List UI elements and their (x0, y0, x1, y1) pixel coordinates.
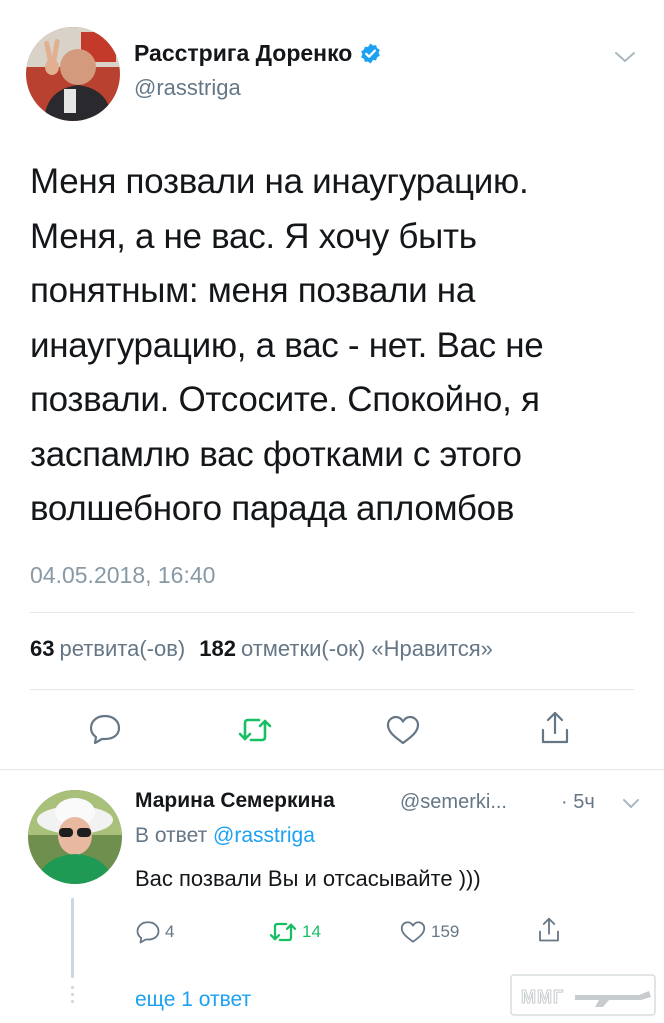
likes-label[interactable]: отметки(-ок) «Нравится» (241, 636, 493, 662)
chevron-down-icon[interactable] (614, 50, 636, 64)
like-count: 159 (431, 922, 460, 941)
chevron-down-icon[interactable] (622, 798, 640, 810)
watermark-text: ММГ (520, 987, 565, 1008)
tweet-text-line: позвали. Отсосите. Спокойно, я (30, 380, 540, 419)
reply-icon (89, 714, 121, 745)
like-icon (400, 921, 426, 943)
tweet-text: Меня позвали на инаугурацию. Меня, а не … (30, 155, 650, 537)
like-button[interactable] (385, 714, 421, 746)
thread-dots (71, 986, 74, 1007)
reply-icon (136, 921, 160, 944)
reply-author-avatar[interactable] (28, 790, 122, 884)
reply-like-button[interactable]: 159 (399, 920, 459, 944)
retweets-label[interactable]: ретвита(-ов) (59, 636, 185, 662)
reply-reply-button[interactable]: 4 (135, 920, 174, 944)
reply-button[interactable] (88, 713, 122, 745)
tweet-stats: 63 ретвита(-ов) 182 отметки(-ок) «Нравит… (30, 636, 493, 662)
tweet-text-line: Меня позвали на инаугурацию. (30, 162, 529, 201)
thread-line (71, 898, 74, 978)
reply-text: Вас позвали Вы и отсасывайте ))) (135, 866, 481, 891)
retweet-icon (269, 922, 297, 942)
author-name[interactable]: Расстрига Доренко (134, 40, 382, 67)
reply-to-prefix: В ответ (135, 824, 208, 847)
tweet-text-line: волшебного парада апломбов (30, 489, 515, 528)
share-icon (541, 711, 569, 744)
share-button[interactable] (539, 710, 571, 746)
retweet-icon (238, 718, 272, 742)
reply-author-handle[interactable]: @semerki... (400, 791, 507, 814)
share-icon (539, 917, 559, 942)
show-more-replies-link[interactable]: еще 1 ответ (135, 988, 251, 1012)
like-icon (386, 715, 420, 745)
author-name-text[interactable]: Расстрига Доренко (134, 40, 352, 67)
divider (30, 612, 634, 613)
likes-count[interactable]: 182 (199, 636, 236, 662)
watermark: ММГ (509, 973, 657, 1017)
divider (30, 689, 634, 690)
retweet-button[interactable] (237, 715, 273, 745)
author-handle[interactable]: @rasstriga (134, 75, 241, 101)
tweet-text-line: Меня, а не вас. Я хочу быть (30, 216, 477, 256)
tweet-text-line: инаугурацию, а вас - нет. Вас не (30, 325, 544, 365)
tweet-text-line: заспамлю вас фотками с этого (30, 434, 522, 474)
reply-time[interactable]: · 5ч (561, 791, 595, 814)
reply-to: В ответ @rasstriga (135, 824, 315, 848)
tweet-text-line: понятным: меня позвали на (30, 271, 475, 310)
verified-icon (361, 43, 381, 64)
reply-to-handle[interactable]: @rasstriga (213, 824, 315, 847)
reply-retweet-button[interactable]: 14 (268, 920, 321, 944)
retweets-count[interactable]: 63 (30, 636, 54, 662)
reply-share-button[interactable] (537, 916, 561, 944)
retweet-count: 14 (302, 922, 321, 941)
author-avatar[interactable] (26, 27, 120, 121)
tweet-timestamp[interactable]: 04.05.2018, 16:40 (30, 562, 215, 589)
reply-author-name[interactable]: Марина Семеркина (135, 789, 335, 813)
reply-count: 4 (165, 922, 175, 941)
